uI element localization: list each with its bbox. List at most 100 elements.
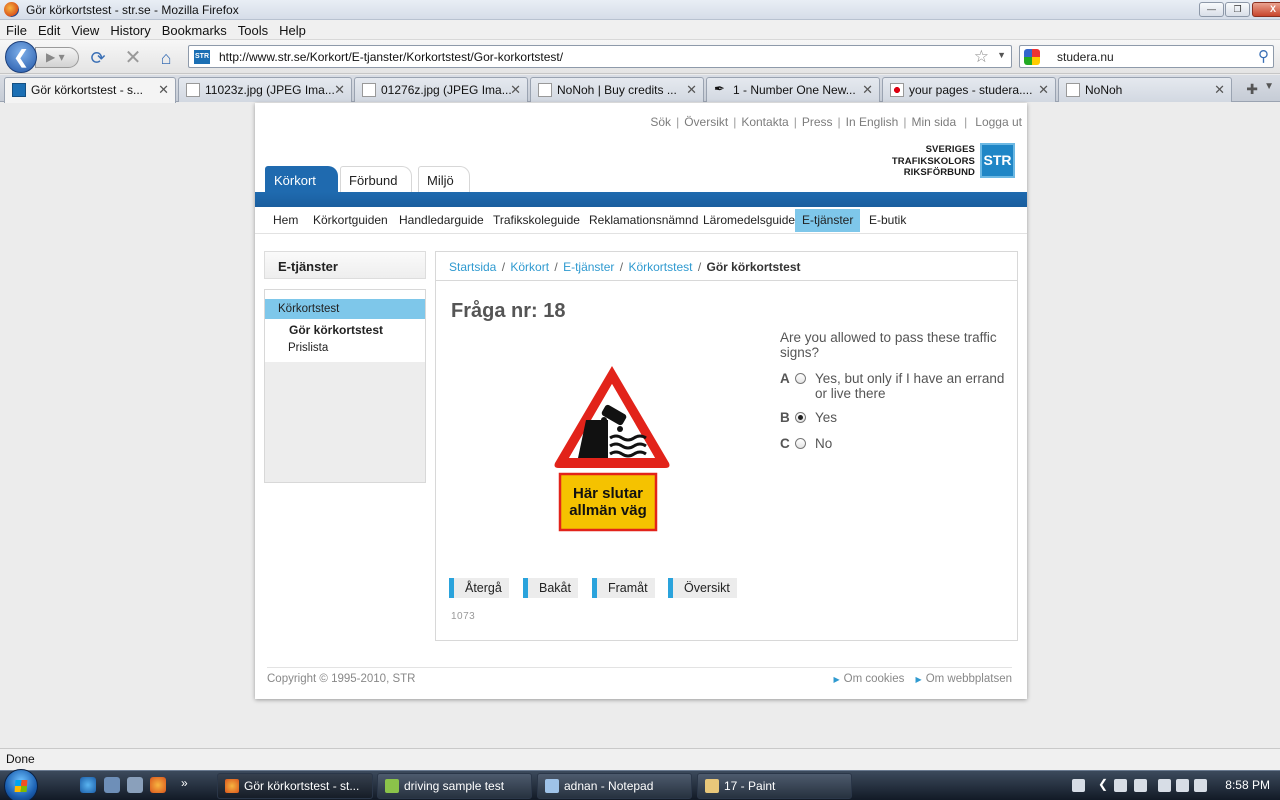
- close-tab-icon[interactable]: ✕: [510, 82, 521, 98]
- search-bar[interactable]: studera.nu ⚲: [1019, 45, 1274, 68]
- menu-edit[interactable]: Edit: [32, 20, 65, 38]
- option-c-radio[interactable]: [795, 438, 806, 449]
- tab-nonoh[interactable]: NoNoh ✕: [1058, 77, 1232, 102]
- option-label[interactable]: Yes: [815, 410, 1005, 425]
- option-a-radio[interactable]: [795, 373, 806, 384]
- answer-option-b[interactable]: B Yes: [780, 410, 1005, 425]
- subnav-e-butik[interactable]: E-butik: [862, 209, 913, 232]
- tab-forbund[interactable]: Förbund: [340, 166, 412, 193]
- top-link-sok[interactable]: Sök: [650, 115, 671, 129]
- sidebar-item-prislista[interactable]: Prislista: [265, 338, 425, 356]
- network-icon[interactable]: [1176, 779, 1189, 792]
- tray-app-icon[interactable]: [1134, 779, 1147, 792]
- subnav-laromedelsguide[interactable]: Läromedelsguide: [696, 209, 802, 232]
- ie-icon[interactable]: [80, 777, 96, 793]
- tab-your-pages-studera[interactable]: your pages - studera.... ✕: [882, 77, 1056, 102]
- task-label: driving sample test: [404, 779, 505, 793]
- str-logo[interactable]: SVERIGES TRAFIKSKOLORS RIKSFÖRBUND STR: [890, 143, 1015, 181]
- top-link-min-sida[interactable]: Min sida: [911, 115, 956, 129]
- keyboard-icon[interactable]: [1072, 779, 1085, 792]
- tab-01276z[interactable]: 01276z.jpg (JPEG Ima... ✕: [354, 77, 528, 102]
- top-link-press[interactable]: Press: [802, 115, 833, 129]
- bakat-button[interactable]: Bakåt: [523, 578, 578, 598]
- subnav-korkortguiden[interactable]: Körkortguiden: [306, 209, 395, 232]
- close-tab-icon[interactable]: ✕: [158, 82, 169, 98]
- task-firefox[interactable]: Gör körkortstest - st...: [217, 773, 373, 799]
- stop-icon[interactable]: ✕: [122, 47, 144, 69]
- close-tab-icon[interactable]: ✕: [862, 82, 873, 98]
- answer-option-a[interactable]: A Yes, but only if I have an errand or l…: [780, 371, 1005, 401]
- sidebar-item-gor-korkortstest[interactable]: Gör körkortstest: [265, 319, 425, 338]
- tab-gor-korkortstest[interactable]: Gör körkortstest - s... ✕: [4, 77, 176, 103]
- top-link-logga-ut[interactable]: Logga ut: [975, 115, 1022, 129]
- answer-option-c[interactable]: C No: [780, 436, 1005, 451]
- network-icon[interactable]: [1158, 779, 1171, 792]
- close-tab-icon[interactable]: ✕: [1214, 82, 1225, 98]
- restore-button[interactable]: ❐: [1225, 2, 1250, 17]
- task-driving-sample-test[interactable]: driving sample test: [377, 773, 532, 799]
- chevron-left-icon[interactable]: ❮: [1098, 777, 1108, 791]
- close-tab-icon[interactable]: ✕: [1038, 82, 1049, 98]
- tray-app-icon[interactable]: [1114, 779, 1127, 792]
- tab-11023z[interactable]: 11023z.jpg (JPEG Ima... ✕: [178, 77, 352, 102]
- tab-number-one-new[interactable]: ✒ 1 - Number One New... ✕: [706, 77, 880, 102]
- atergå-button[interactable]: Återgå: [449, 578, 509, 598]
- oversikt-button[interactable]: Översikt: [668, 578, 737, 598]
- firefox-quicklaunch-icon[interactable]: [150, 777, 166, 793]
- show-desktop-icon[interactable]: [104, 777, 120, 793]
- bookmark-star-icon[interactable]: ☆: [974, 47, 989, 67]
- switch-windows-icon[interactable]: [127, 777, 143, 793]
- footer-link-cookies[interactable]: Om cookies: [844, 673, 905, 685]
- back-button[interactable]: ❮: [5, 41, 37, 73]
- top-link-in-english[interactable]: In English: [846, 115, 899, 129]
- blue-divider-bar: [255, 192, 1027, 207]
- search-input[interactable]: studera.nu: [1057, 50, 1114, 64]
- top-link-oversikt[interactable]: Översikt: [684, 115, 728, 129]
- menu-help[interactable]: Help: [273, 20, 311, 38]
- home-icon[interactable]: ⌂: [155, 47, 177, 69]
- subnav-e-tjanster[interactable]: E-tjänster: [795, 209, 861, 232]
- crumb-startsida[interactable]: Startsida: [449, 260, 496, 274]
- subnav-trafikskoleguide[interactable]: Trafikskoleguide: [486, 209, 587, 232]
- option-label[interactable]: No: [815, 436, 1005, 451]
- tab-list-icon[interactable]: ▼: [1264, 81, 1274, 92]
- reload-icon[interactable]: ⟳: [87, 47, 109, 69]
- option-b-radio[interactable]: [795, 412, 806, 423]
- subnav-handledarguide[interactable]: Handledarguide: [392, 209, 491, 232]
- top-link-kontakta[interactable]: Kontakta: [741, 115, 788, 129]
- forward-button[interactable]: ▶ ▾: [35, 47, 79, 68]
- option-label[interactable]: Yes, but only if I have an errand or liv…: [815, 371, 1005, 401]
- clock[interactable]: 8:58 PM: [1225, 778, 1270, 792]
- footer-link-webbplatsen[interactable]: Om webbplatsen: [926, 673, 1012, 685]
- menu-tools[interactable]: Tools: [232, 20, 273, 38]
- framat-button[interactable]: Framåt: [592, 578, 655, 598]
- task-paint[interactable]: 17 - Paint: [697, 773, 852, 799]
- close-window-button[interactable]: X: [1252, 2, 1280, 17]
- crumb-korkort[interactable]: Körkort: [510, 260, 549, 274]
- minimize-button[interactable]: —: [1199, 2, 1224, 17]
- sidebar-item-korkortstest[interactable]: Körkortstest: [265, 299, 425, 319]
- volume-icon[interactable]: [1194, 779, 1207, 792]
- chevron-right-icon[interactable]: »: [181, 776, 188, 790]
- crumb-e-tjanster[interactable]: E-tjänster: [563, 260, 614, 274]
- new-tab-icon[interactable]: ✚: [1246, 81, 1258, 98]
- menu-file[interactable]: File: [0, 20, 32, 38]
- search-engine-icon[interactable]: [1024, 49, 1040, 65]
- subnav-reklamationsnamnd[interactable]: Reklamationsnämnd: [582, 209, 705, 232]
- url-dropdown-icon[interactable]: ▼: [997, 50, 1006, 60]
- task-notepad[interactable]: adnan - Notepad: [537, 773, 692, 799]
- search-icon[interactable]: ⚲: [1258, 47, 1269, 65]
- close-tab-icon[interactable]: ✕: [334, 82, 345, 98]
- menu-history[interactable]: History: [104, 20, 155, 38]
- subnav-hem[interactable]: Hem: [266, 209, 305, 232]
- url-bar[interactable]: STR http://www.str.se/Korkort/E-tjanster…: [188, 45, 1012, 68]
- crumb-korkortstest[interactable]: Körkortstest: [628, 260, 692, 274]
- menu-bookmarks[interactable]: Bookmarks: [156, 20, 232, 38]
- start-button[interactable]: [4, 769, 38, 800]
- url-text[interactable]: http://www.str.se/Korkort/E-tjanster/Kor…: [219, 50, 563, 64]
- tab-miljo[interactable]: Miljö: [418, 166, 470, 193]
- menu-view[interactable]: View: [65, 20, 104, 38]
- tab-korkort[interactable]: Körkort: [265, 166, 338, 193]
- tab-nonoh-buy-credits[interactable]: NoNoh | Buy credits ... ✕: [530, 77, 704, 102]
- close-tab-icon[interactable]: ✕: [686, 82, 697, 98]
